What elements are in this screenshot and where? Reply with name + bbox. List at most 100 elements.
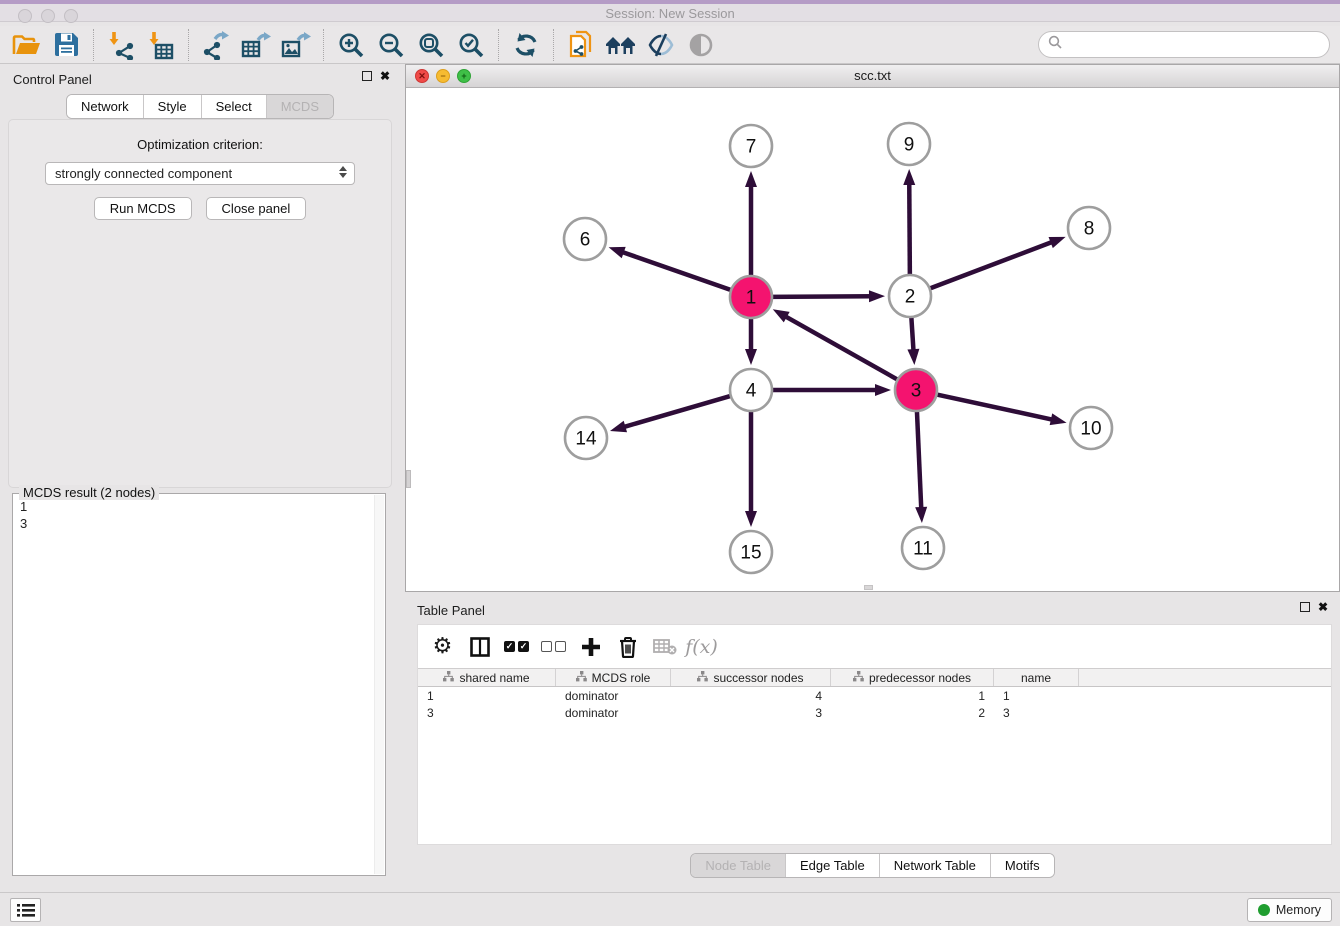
deselect-all-icon[interactable] [537,632,570,662]
graph-node-label: 6 [580,230,591,251]
hierarchy-icon [697,671,708,685]
graph-node-label: 15 [740,543,761,564]
table-panel-title: Table Panel [417,603,485,618]
table-tab-motifs[interactable]: Motifs [990,854,1054,877]
network-close-icon[interactable]: ✕ [415,69,429,83]
graph-edge-3-1[interactable] [783,315,899,381]
table-cell[interactable]: 3 [994,706,1079,720]
graph-edge-4-14[interactable] [622,395,733,427]
add-column-icon[interactable] [574,632,607,662]
zoom-in-icon[interactable] [331,28,371,62]
export-network-icon[interactable] [196,28,236,62]
table-settings-icon[interactable]: ⚙ [426,632,459,662]
column-header-label: name [1021,671,1051,685]
table-cell[interactable]: 3 [671,706,831,720]
zoom-selected-icon[interactable] [451,28,491,62]
table-cell[interactable]: 3 [418,706,556,720]
splitter-handle[interactable] [406,470,411,488]
network-maximize-icon[interactable]: + [457,69,471,83]
criterion-dropdown[interactable]: strongly connected component [45,162,355,185]
table-tab-network-table[interactable]: Network Table [879,854,990,877]
import-table-icon[interactable] [141,28,181,62]
memory-button[interactable]: Memory [1247,898,1332,922]
zoom-out-icon[interactable] [371,28,411,62]
toolbar-separator [323,29,324,61]
network-canvas[interactable]: 7968124314101511 [406,88,1339,591]
graph-edge-2-3[interactable] [911,315,913,353]
delete-column-icon[interactable] [611,632,644,662]
graph-edge-2-8[interactable] [928,241,1055,289]
network-graph[interactable]: 7968124314101511 [406,88,1339,591]
task-history-button[interactable] [10,898,41,922]
close-panel-icon[interactable]: ✖ [380,71,390,81]
select-all-icon[interactable]: ✓✓ [500,632,533,662]
bird-view-icon[interactable] [681,28,721,62]
graph-node-label: 14 [575,429,597,450]
tab-network[interactable]: Network [67,95,143,118]
table-row[interactable]: 1dominator411 [418,687,1331,704]
table-row[interactable]: 3dominator323 [418,704,1331,721]
table-cell[interactable]: dominator [556,689,671,703]
table-cell[interactable]: 1 [831,689,994,703]
close-panel-icon[interactable]: ✖ [1318,602,1328,612]
mcds-result-box: MCDS result (2 nodes) 13 [12,493,386,876]
mcds-result-text[interactable]: 13 [15,498,373,873]
graph-node-label: 7 [746,137,757,158]
graph-edge-3-11[interactable] [917,409,922,511]
column-header-label: predecessor nodes [869,671,971,685]
zoom-fit-icon[interactable] [411,28,451,62]
tab-select[interactable]: Select [201,95,266,118]
search-field[interactable] [1038,31,1330,58]
export-table-icon[interactable] [236,28,276,62]
graph-node-label: 9 [904,135,915,156]
graph-edge-3-10[interactable] [935,394,1055,420]
table-header-row[interactable]: shared name MCDS rolesuccessor nodes prede… [418,668,1331,687]
float-panel-icon[interactable] [362,71,372,81]
network-window-titlebar[interactable]: ✕ − + scc.txt [406,65,1339,88]
splitter-handle[interactable] [864,585,873,590]
graph-node-label: 1 [746,288,757,309]
hierarchy-icon [576,671,587,685]
table-cell[interactable]: 2 [831,706,994,720]
split-view-icon[interactable] [463,632,496,662]
graph-edge-arrowhead [875,384,891,396]
import-network-icon[interactable] [101,28,141,62]
function-builder-icon[interactable]: f(x) [685,632,718,662]
delete-table-icon[interactable] [648,632,681,662]
graph-edge-2-9[interactable] [909,181,910,277]
table-cell[interactable]: 1 [994,689,1079,703]
graph-edge-1-2[interactable] [770,296,873,297]
tab-style[interactable]: Style [143,95,201,118]
graph-edge-1-6[interactable] [620,251,733,291]
show-all-networks-icon[interactable] [601,28,641,62]
column-header-shared-name[interactable]: shared name [418,669,556,686]
search-input[interactable] [1068,37,1329,52]
table-tab-edge-table[interactable]: Edge Table [785,854,879,877]
graph-node-label: 4 [746,381,757,402]
hide-graphics-details-icon[interactable] [641,28,681,62]
column-header-MCDS-role[interactable]: MCDS role [556,669,671,686]
table-cell[interactable]: dominator [556,706,671,720]
open-session-icon[interactable] [6,28,46,62]
network-minimize-icon[interactable]: − [436,69,450,83]
column-header-name[interactable]: name [994,669,1079,686]
export-image-icon[interactable] [276,28,316,62]
table-tabs: Node TableEdge TableNetwork TableMotifs [690,853,1054,878]
table-cell[interactable]: 1 [418,689,556,703]
save-session-icon[interactable] [46,28,86,62]
run-mcds-button[interactable]: Run MCDS [94,197,192,220]
column-header-predecessor-nodes[interactable]: predecessor nodes [831,669,994,686]
toolbar-separator [93,29,94,61]
apply-layout-icon[interactable] [506,28,546,62]
status-bar: Memory [0,892,1340,926]
tab-mcds[interactable]: MCDS [266,95,333,118]
result-scrollbar[interactable] [374,495,384,874]
clone-network-icon[interactable] [561,28,601,62]
control-panel-title: Control Panel [13,72,92,87]
table-cell[interactable]: 4 [671,689,831,703]
close-panel-button[interactable]: Close panel [206,197,307,220]
table-tab-node-table[interactable]: Node Table [691,854,785,877]
float-panel-icon[interactable] [1300,602,1310,612]
column-header-successor-nodes[interactable]: successor nodes [671,669,831,686]
column-header-label: shared name [459,671,529,685]
